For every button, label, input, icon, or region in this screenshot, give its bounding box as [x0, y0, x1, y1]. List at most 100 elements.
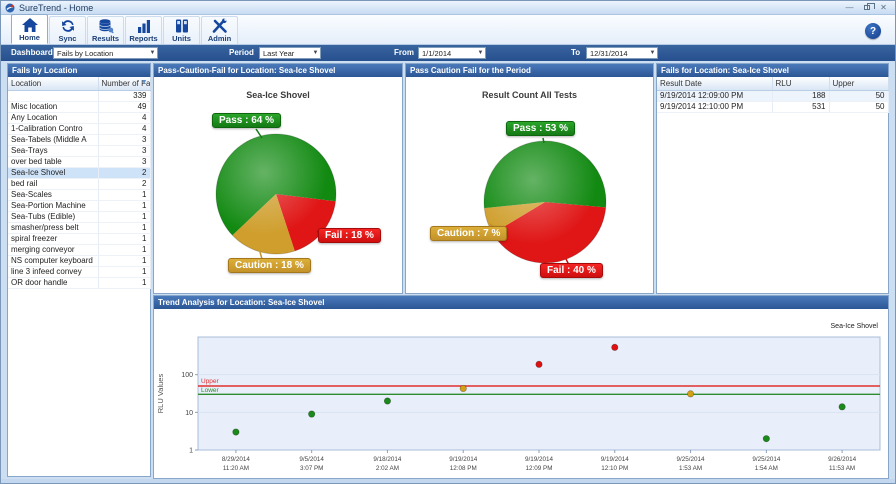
- cell-label: Sea-Tubs (Edible): [8, 211, 99, 223]
- restore-button[interactable]: [859, 3, 875, 13]
- tab-admin[interactable]: Admin: [201, 16, 238, 44]
- chevron-down-icon: ▼: [312, 50, 319, 56]
- toolbar: Home Sync Results Reports Units Admin ?: [1, 14, 895, 45]
- fails-for-location-panel: Fails for Location: Sea-Ice Shovel Resul…: [656, 63, 889, 294]
- tab-label: Results: [91, 34, 120, 43]
- cell-label: 9/19/2014 12:09:00 PM: [657, 90, 773, 102]
- column-header-upper[interactable]: Upper: [829, 77, 889, 91]
- table-row[interactable]: Sea-Portion Machine 1: [8, 200, 151, 212]
- tab-units[interactable]: Units: [163, 16, 200, 44]
- x-tick-date: 9/19/2014: [525, 456, 554, 463]
- from-date-select[interactable]: 1/1/2014 ▼: [418, 47, 486, 59]
- table-row[interactable]: 9/19/2014 12:09:00 PM 188 50: [657, 90, 889, 102]
- x-tick-time: 12:10 PM: [601, 465, 628, 472]
- y-tick-label: 1: [189, 448, 193, 455]
- period-select[interactable]: Last Year ▼: [259, 47, 321, 59]
- table-row[interactable]: bed rail 2: [8, 178, 151, 190]
- data-point-pass: [762, 435, 770, 443]
- fail-slice-label: Fail : 18 %: [318, 228, 381, 243]
- close-button[interactable]: ✕: [876, 3, 891, 13]
- table-row[interactable]: Any Location 4: [8, 112, 151, 124]
- table-row[interactable]: NS computer keyboard 1: [8, 255, 151, 267]
- table-row[interactable]: Sea-Trays 3: [8, 145, 151, 157]
- cell-label: Sea-Portion Machine: [8, 200, 99, 212]
- to-date-select[interactable]: 12/31/2014 ▼: [586, 47, 658, 59]
- pass-callout-line: [542, 137, 545, 144]
- dashboard-select-value: Fails by Location: [57, 48, 114, 58]
- fails-for-location-table: Result Date RLU Upper 9/19/2014 12:09:00…: [657, 77, 889, 113]
- cell-value: 1: [98, 233, 151, 245]
- table-row[interactable]: Misc location 49: [8, 101, 151, 113]
- table-row[interactable]: over bed table 3: [8, 156, 151, 168]
- chevron-down-icon: ▼: [649, 50, 656, 56]
- reports-barchart-icon: [137, 20, 150, 33]
- pass-slice-label: Pass : 64 %: [212, 113, 282, 128]
- cell-label: merging conveyor: [8, 244, 99, 256]
- cell-value: 1: [98, 255, 151, 267]
- x-tick-time: 12:08 PM: [450, 465, 477, 472]
- tab-home[interactable]: Home: [11, 14, 48, 44]
- x-tick-time: 11:20 AM: [223, 465, 249, 472]
- table-row[interactable]: Sea-Scales 1: [8, 189, 151, 201]
- to-label: To: [571, 48, 581, 57]
- x-tick-date: 9/25/2014: [677, 456, 706, 463]
- cell-label: spiral freezer: [8, 233, 99, 245]
- table-row[interactable]: 1-Calibration Contro 4: [8, 123, 151, 135]
- x-tick-time: 11:53 AM: [829, 465, 855, 472]
- data-point-pass: [383, 397, 391, 405]
- to-date-value: 12/31/2014: [590, 48, 628, 58]
- panel-header: Fails for Location: Sea-Ice Shovel: [657, 64, 888, 77]
- data-point-caution: [459, 384, 467, 393]
- cell-label: smasher/press belt: [8, 222, 99, 234]
- table-row[interactable]: merging conveyor 1: [8, 244, 151, 256]
- table-row[interactable]: 9/19/2014 12:10:00 PM 531 50: [657, 101, 889, 113]
- column-header-rlu[interactable]: RLU: [772, 77, 830, 91]
- x-tick-time: 1:53 AM: [679, 465, 702, 472]
- caution-slice-label: Caution : 18 %: [228, 258, 311, 273]
- plot-area: [197, 336, 881, 451]
- x-tick-time: 1:54 AM: [755, 465, 778, 472]
- x-tick-date: 9/5/2014: [299, 456, 324, 463]
- cell-value: 1: [98, 211, 151, 223]
- chevron-down-icon: ▼: [149, 50, 156, 56]
- window-title: SureTrend - Home: [19, 2, 94, 13]
- tab-results[interactable]: Results: [87, 16, 124, 44]
- table-row[interactable]: spiral freezer 1: [8, 233, 151, 245]
- table-row[interactable]: Sea-Tabels (Middle A3: [8, 134, 151, 146]
- help-button[interactable]: ?: [865, 23, 881, 39]
- data-point-caution: [687, 390, 695, 398]
- fails-by-location-table: Location Number of Fails▼ 339Misc locati…: [8, 77, 151, 289]
- period-label: Period: [229, 48, 254, 57]
- app-logo-icon: [5, 3, 15, 12]
- cell-label: bed rail: [8, 178, 99, 190]
- cell-value: 2: [98, 167, 151, 179]
- fails-by-location-panel: Fails by Location Location Number of Fai…: [7, 63, 151, 477]
- home-icon: [21, 18, 38, 32]
- cell-value: 4: [98, 123, 151, 135]
- x-tick-date: 9/19/2014: [601, 456, 630, 463]
- period-select-value: Last Year: [263, 48, 295, 58]
- cell-value: 1: [98, 244, 151, 256]
- column-header-number-of-fails[interactable]: Number of Fails▼: [98, 77, 151, 91]
- minimize-button[interactable]: —: [842, 3, 857, 13]
- table-row[interactable]: smasher/press belt 1: [8, 222, 151, 234]
- tab-sync[interactable]: Sync: [49, 16, 86, 44]
- column-header-result-date[interactable]: Result Date: [657, 77, 773, 91]
- table-row[interactable]: line 3 infeed convey 1: [8, 266, 151, 278]
- table-row[interactable]: Sea-Ice Shovel 2: [8, 167, 151, 179]
- dashboard-select[interactable]: Fails by Location ▼: [53, 47, 158, 59]
- table-row[interactable]: OR door handle 1: [8, 277, 151, 289]
- column-header-location[interactable]: Location: [8, 77, 99, 91]
- tab-label: Units: [172, 34, 191, 43]
- table-row[interactable]: Sea-Tubs (Edible) 1: [8, 211, 151, 223]
- title-bar: SureTrend - Home — ✕: [1, 1, 895, 15]
- x-tick-date: 8/29/2014: [222, 456, 251, 463]
- panel-header: Fails by Location: [8, 64, 150, 77]
- help-icon: ?: [869, 25, 877, 37]
- tab-label: Home: [19, 33, 40, 42]
- tab-reports[interactable]: Reports: [125, 16, 162, 44]
- cell-value: 3: [98, 134, 151, 146]
- table-row[interactable]: 339: [8, 90, 151, 102]
- cell-label: [8, 90, 99, 102]
- series-legend: Sea-Ice Shovel: [831, 323, 879, 330]
